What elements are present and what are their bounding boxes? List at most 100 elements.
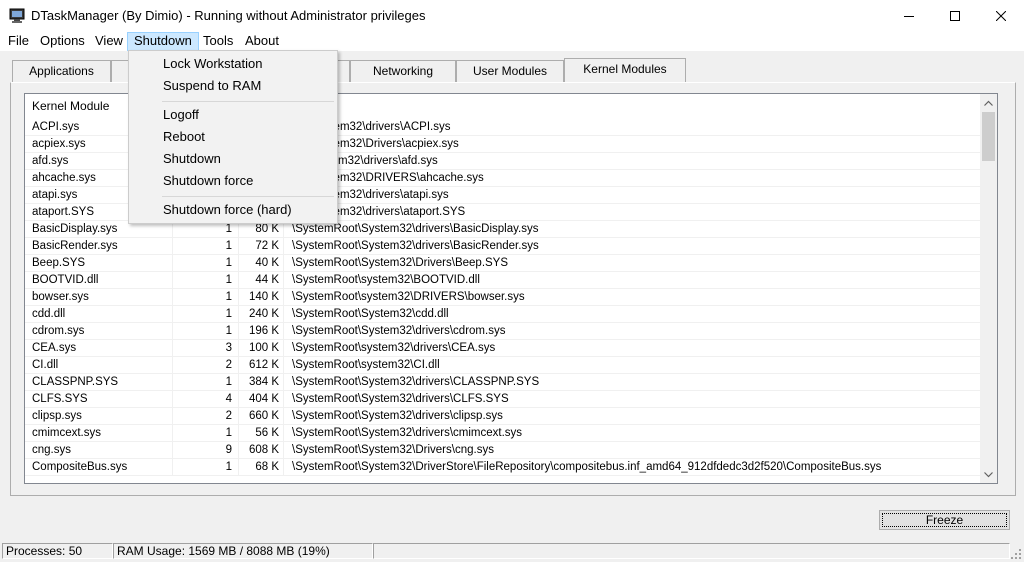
tab-kernel-modules[interactable]: Kernel Modules — [564, 58, 686, 82]
count-cell: 1 — [173, 459, 239, 475]
path-cell: oot\System32\drivers\ACPI.sys — [292, 121, 451, 133]
module-name-cell: cdrom.sys — [25, 323, 173, 339]
tab-applications[interactable]: Applications — [12, 60, 111, 82]
menu-item-lock-workstation[interactable]: Lock Workstation — [131, 53, 335, 75]
app-monitor-icon — [9, 8, 25, 23]
table-row[interactable]: cmimcext.sys 1 56 K \SystemRoot\System32\dr… — [25, 425, 981, 442]
menu-bar: File Options View Shutdown Tools About — [0, 31, 1024, 51]
path-cell: \SystemRoot\System32\drivers\clipsp.sys — [292, 410, 503, 422]
status-processes: Processes: 50 — [2, 543, 113, 559]
path-cell: \SystemRoot\system32\CI.dll — [292, 359, 440, 371]
table-row[interactable]: CI.dll 2 612 K \SystemRoot\system32\CI.dll — [25, 357, 981, 374]
table-row[interactable]: clipsp.sys 2 660 K \SystemRoot\System32\dri… — [25, 408, 981, 425]
path-cell: oot\System32\DRIVERS\ahcache.sys — [292, 172, 484, 184]
path-cell: \SystemRoot\System32\drivers\cmimcext.sy… — [292, 427, 523, 439]
size-cell: 100 K — [239, 340, 284, 356]
module-name-cell: BOOTVID.dll — [25, 272, 173, 288]
tab-user-modules[interactable]: User Modules — [456, 60, 564, 82]
menu-view[interactable]: View — [89, 32, 129, 51]
resize-grip-icon[interactable] — [1010, 548, 1022, 560]
count-cell: 1 — [173, 238, 239, 254]
table-row[interactable]: BOOTVID.dll 1 44 K \SystemRoot\system32\BOO… — [25, 272, 981, 289]
path-cell: oot\system32\drivers\afd.sys — [292, 155, 438, 167]
tab-networking[interactable]: Networking — [350, 60, 456, 82]
minimize-button[interactable] — [886, 0, 932, 31]
close-icon — [996, 10, 1006, 21]
module-name-cell: CLFS.SYS — [25, 391, 173, 407]
menu-item-shutdown-force-hard[interactable]: Shutdown force (hard) — [131, 199, 335, 221]
count-cell: 4 — [173, 391, 239, 407]
path-cell: oot\System32\Drivers\acpiex.sys — [292, 138, 459, 150]
path-cell: oot\System32\drivers\ataport.SYS — [292, 206, 466, 218]
table-row[interactable]: BasicRender.sys 1 72 K \SystemRoot\System32… — [25, 238, 981, 255]
size-cell: 240 K — [239, 306, 284, 322]
shutdown-menu: Lock Workstation Suspend to RAM Logoff R… — [128, 50, 338, 224]
title-bar: DTaskManager (By Dimio) - Running withou… — [0, 0, 1024, 31]
path-cell: \SystemRoot\System32\DriverStore\FileRep… — [292, 461, 882, 473]
path-cell: \SystemRoot\System32\drivers\BasicRender… — [292, 240, 539, 252]
module-name-cell: CI.dll — [25, 357, 173, 373]
table-row[interactable]: CLFS.SYS 4 404 K \SystemRoot\System32\drive… — [25, 391, 981, 408]
count-cell: 1 — [173, 289, 239, 305]
module-name-cell: CEA.sys — [25, 340, 173, 356]
count-cell: 1 — [173, 374, 239, 390]
minimize-icon — [904, 15, 914, 17]
maximize-button[interactable] — [932, 0, 978, 31]
chevron-up-icon — [984, 100, 993, 106]
count-cell: 1 — [173, 425, 239, 441]
maximize-icon — [950, 10, 960, 21]
menu-separator — [162, 196, 334, 197]
menu-item-shutdown[interactable]: Shutdown — [131, 148, 335, 170]
menu-item-shutdown-force[interactable]: Shutdown force — [131, 170, 335, 192]
freeze-button[interactable]: Freeze — [879, 510, 1010, 530]
table-row[interactable]: CLASSPNP.SYS 1 384 K \SystemRoot\System32\d… — [25, 374, 981, 391]
module-name-cell: cdd.dll — [25, 306, 173, 322]
path-cell: \SystemRoot\System32\drivers\CLFS.SYS — [292, 393, 509, 405]
table-row[interactable]: cdrom.sys 1 196 K \SystemRoot\System32\driv… — [25, 323, 981, 340]
size-cell: 68 K — [239, 459, 284, 475]
path-cell: \SystemRoot\System32\drivers\cdrom.sys — [292, 325, 506, 337]
menu-tools[interactable]: Tools — [197, 32, 239, 51]
module-name-cell: clipsp.sys — [25, 408, 173, 424]
menu-file[interactable]: File — [2, 32, 35, 51]
scrollbar-thumb[interactable] — [982, 112, 995, 161]
scroll-down-arrow[interactable] — [980, 466, 997, 483]
scroll-up-arrow[interactable] — [980, 94, 997, 111]
module-name-cell: CompositeBus.sys — [25, 459, 173, 475]
count-cell: 9 — [173, 442, 239, 458]
close-button[interactable] — [978, 0, 1024, 31]
size-cell: 660 K — [239, 408, 284, 424]
path-cell: \SystemRoot\System32\drivers\BasicDispla… — [292, 223, 539, 235]
menu-item-suspend-to-ram[interactable]: Suspend to RAM — [131, 75, 335, 97]
count-cell: 1 — [173, 255, 239, 271]
count-cell: 2 — [173, 357, 239, 373]
table-row[interactable]: bowser.sys 1 140 K \SystemRoot\system32\DRI… — [25, 289, 981, 306]
menu-shutdown[interactable]: Shutdown — [127, 32, 199, 51]
table-row[interactable]: cng.sys 9 608 K \SystemRoot\System32\Driver… — [25, 442, 981, 459]
path-cell: \SystemRoot\System32\cdd.dll — [292, 308, 449, 320]
path-cell: \SystemRoot\System32\Drivers\Beep.SYS — [292, 257, 509, 269]
module-name-cell: cmimcext.sys — [25, 425, 173, 441]
menu-item-logoff[interactable]: Logoff — [131, 104, 335, 126]
chevron-down-icon — [984, 471, 993, 477]
menu-about[interactable]: About — [239, 32, 285, 51]
vertical-scrollbar[interactable] — [980, 94, 997, 483]
menu-item-reboot[interactable]: Reboot — [131, 126, 335, 148]
window-title: DTaskManager (By Dimio) - Running withou… — [31, 8, 426, 23]
path-cell: \SystemRoot\system32\drivers\CEA.sys — [292, 342, 496, 354]
table-row[interactable]: CompositeBus.sys 1 68 K \SystemRoot\System3… — [25, 459, 981, 476]
path-cell: oot\System32\drivers\atapi.sys — [292, 189, 449, 201]
table-row[interactable]: CEA.sys 3 100 K \SystemRoot\system32\driver… — [25, 340, 981, 357]
module-name-cell: CLASSPNP.SYS — [25, 374, 173, 390]
column-header-path[interactable] — [284, 94, 981, 118]
size-cell: 44 K — [239, 272, 284, 288]
menu-options[interactable]: Options — [34, 32, 91, 51]
table-row[interactable]: cdd.dll 1 240 K \SystemRoot\System32\cdd.dl… — [25, 306, 981, 323]
status-empty-pane — [373, 543, 1010, 559]
table-row[interactable]: Beep.SYS 1 40 K \SystemRoot\System32\Driver… — [25, 255, 981, 272]
size-cell: 40 K — [239, 255, 284, 271]
status-ram-usage: RAM Usage: 1569 MB / 8088 MB (19%) — [113, 543, 373, 559]
count-cell: 3 — [173, 340, 239, 356]
path-cell: \SystemRoot\System32\Drivers\cng.sys — [292, 444, 494, 456]
size-cell: 196 K — [239, 323, 284, 339]
